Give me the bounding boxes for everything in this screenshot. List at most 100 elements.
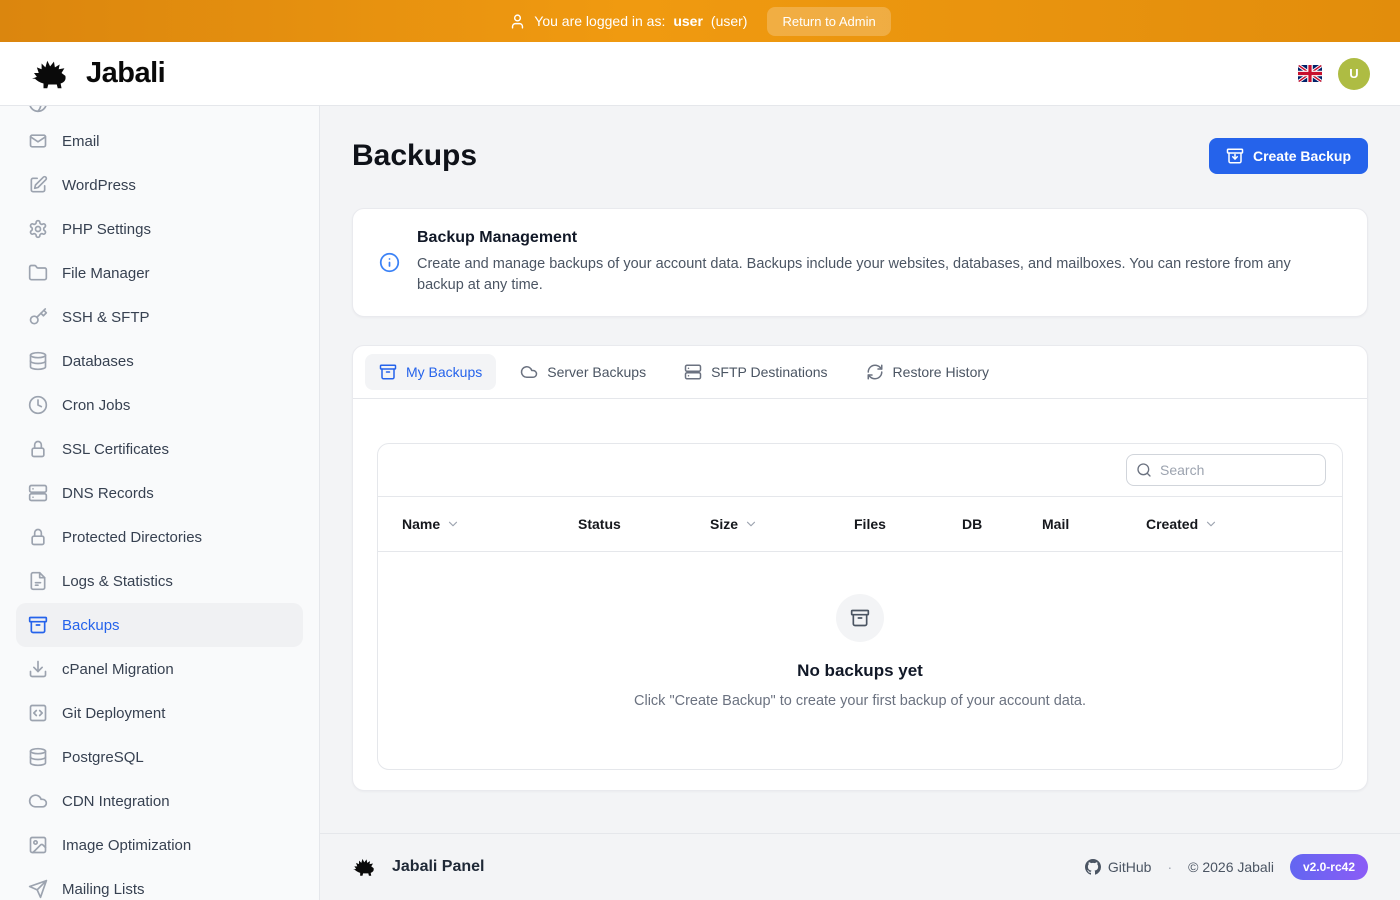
backups-table-card: Name Status Size <box>377 443 1343 770</box>
sidebar-item-protected-directories[interactable]: Protected Directories <box>16 515 303 559</box>
sidebar-item-label: SSL Certificates <box>62 441 169 458</box>
send-icon <box>28 879 48 899</box>
chevron-down-icon <box>446 517 460 531</box>
column-header-status: Status <box>578 497 710 552</box>
github-label: GitHub <box>1108 859 1152 875</box>
column-header-db: DB <box>962 497 1042 552</box>
sidebar-item-label: Backups <box>62 617 120 634</box>
column-header-files: Files <box>854 497 962 552</box>
main-area: Backups Create Backup Backup Management … <box>320 106 1400 900</box>
gear-icon <box>28 219 48 239</box>
sidebar-item-label: File Manager <box>62 265 150 282</box>
sidebar-item-ssl-certificates[interactable]: SSL Certificates <box>16 427 303 471</box>
key-icon <box>28 307 48 327</box>
sidebar-item-cron-jobs[interactable]: Cron Jobs <box>16 383 303 427</box>
sidebar-item-label: Protected Directories <box>62 529 202 546</box>
sidebar-item-label: Logs & Statistics <box>62 573 173 590</box>
tab-server-backups[interactable]: Server Backups <box>506 354 660 390</box>
column-header-size[interactable]: Size <box>710 497 854 552</box>
sidebar-item-label: Cron Jobs <box>62 397 130 414</box>
sidebar-item-label: SSH & SFTP <box>62 309 150 326</box>
refresh-icon <box>866 363 884 381</box>
sidebar-item-dns-records[interactable]: DNS Records <box>16 471 303 515</box>
sidebar-item-label: PHP Settings <box>62 221 151 238</box>
sidebar-item-image-optimization[interactable]: Image Optimization <box>16 823 303 867</box>
pen-square-icon <box>28 175 48 195</box>
sidebar-item-databases[interactable]: Databases <box>16 339 303 383</box>
boar-logo-icon <box>352 855 380 879</box>
empty-state: No backups yet Click "Create Backup" to … <box>378 552 1342 770</box>
chevron-down-icon <box>744 517 758 531</box>
backup-management-info-card: Backup Management Create and manage back… <box>352 208 1368 317</box>
sidebar-item-cpanel-migration[interactable]: cPanel Migration <box>16 647 303 691</box>
language-flag-icon[interactable] <box>1298 65 1322 82</box>
chevron-down-icon <box>1204 517 1218 531</box>
github-link[interactable]: GitHub <box>1085 859 1152 875</box>
sidebar-item-label: WordPress <box>62 177 136 194</box>
sidebar-nav: Email WordPress PHP Settings File Manage… <box>0 106 320 900</box>
archive-icon <box>379 363 397 381</box>
sidebar-item-label: Databases <box>62 353 134 370</box>
code-square-icon <box>28 703 48 723</box>
tab-restore-history[interactable]: Restore History <box>852 354 1003 390</box>
info-icon <box>379 252 400 273</box>
sidebar-item-label: Git Deployment <box>62 705 165 722</box>
mail-icon <box>28 131 48 151</box>
sidebar-item-backups[interactable]: Backups <box>16 603 303 647</box>
sidebar-item-label: Mailing Lists <box>62 881 145 898</box>
sidebar-item-label: cPanel Migration <box>62 661 174 678</box>
boar-logo-icon <box>30 55 76 93</box>
return-to-admin-button[interactable]: Return to Admin <box>767 7 890 36</box>
sidebar-item-git-deployment[interactable]: Git Deployment <box>16 691 303 735</box>
table-header-row: Name Status Size <box>378 497 1342 552</box>
empty-state-message: Click "Create Backup" to create your fir… <box>378 693 1342 709</box>
tab-sftp-destinations[interactable]: SFTP Destinations <box>670 354 841 390</box>
sidebar-item-label: Email <box>62 133 100 150</box>
column-header-name[interactable]: Name <box>378 497 578 552</box>
cloud-icon <box>28 791 48 811</box>
sidebar-item-file-manager[interactable]: File Manager <box>16 251 303 295</box>
impersonation-banner: You are logged in as: user (user) Return… <box>0 0 1400 42</box>
brand-logo[interactable]: Jabali <box>30 55 165 93</box>
sidebar-item-wordpress[interactable]: WordPress <box>16 163 303 207</box>
search-input[interactable] <box>1126 454 1326 486</box>
sidebar-item-postgresql[interactable]: PostgreSQL <box>16 735 303 779</box>
brand-name: Jabali <box>86 57 165 90</box>
tab-my-backups[interactable]: My Backups <box>365 354 496 390</box>
user-icon <box>509 13 526 30</box>
logged-in-role: (user) <box>711 13 748 29</box>
backups-card: My Backups Server Backups SFTP Destinati… <box>352 345 1368 791</box>
sidebar-item-php-settings[interactable]: PHP Settings <box>16 207 303 251</box>
sidebar-item-logs-statistics[interactable]: Logs & Statistics <box>16 559 303 603</box>
sidebar-item-cdn-integration[interactable]: CDN Integration <box>16 779 303 823</box>
file-text-icon <box>28 571 48 591</box>
backups-table: Name Status Size <box>378 496 1342 769</box>
column-header-mail: Mail <box>1042 497 1146 552</box>
sidebar-item-label: CDN Integration <box>62 793 170 810</box>
backups-tabbar: My Backups Server Backups SFTP Destinati… <box>353 346 1367 399</box>
tab-label: SFTP Destinations <box>711 364 827 380</box>
partial-item-globe-icon <box>28 106 48 113</box>
create-backup-button[interactable]: Create Backup <box>1209 138 1368 174</box>
cloud-icon <box>520 363 538 381</box>
sidebar-item-ssh-sftp[interactable]: SSH & SFTP <box>16 295 303 339</box>
download-icon <box>28 659 48 679</box>
database-icon <box>28 351 48 371</box>
sidebar-item-label: Image Optimization <box>62 837 191 854</box>
footer-copyright: © 2026 Jabali <box>1188 859 1274 875</box>
info-card-description: Create and manage backups of your accoun… <box>417 254 1341 296</box>
column-header-created[interactable]: Created <box>1146 497 1342 552</box>
tab-label: Server Backups <box>547 364 646 380</box>
sidebar-item-email[interactable]: Email <box>16 119 303 163</box>
archive-icon <box>28 615 48 635</box>
create-backup-label: Create Backup <box>1253 148 1351 164</box>
tab-label: Restore History <box>893 364 989 380</box>
footer: Jabali Panel GitHub · © 2026 Jabali v2.0… <box>320 833 1400 900</box>
database-icon <box>28 747 48 767</box>
sidebar-item-mailing-lists[interactable]: Mailing Lists <box>16 867 303 900</box>
github-icon <box>1085 859 1101 875</box>
footer-brand: Jabali Panel <box>392 858 485 876</box>
lock-icon <box>28 527 48 547</box>
archive-icon <box>850 608 870 628</box>
user-avatar[interactable]: U <box>1338 58 1370 90</box>
